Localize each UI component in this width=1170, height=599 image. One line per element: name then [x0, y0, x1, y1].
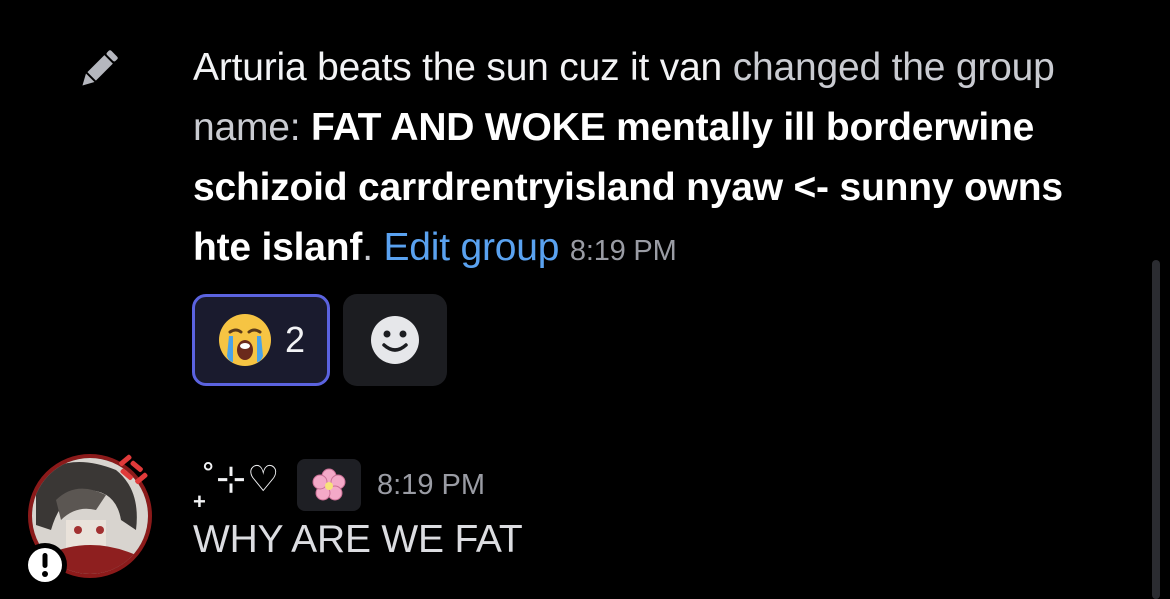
- pencil-icon: [82, 50, 118, 86]
- scrollbar[interactable]: [1152, 260, 1160, 599]
- message-header: ˚⊹♡ + 8:19 PM: [193, 455, 485, 515]
- add-reaction-button[interactable]: [343, 294, 447, 386]
- cherry-blossom-icon: [312, 468, 346, 501]
- username-text: ˚⊹♡: [203, 458, 281, 499]
- alert-badge-icon: [23, 543, 67, 587]
- period-text: .: [362, 226, 384, 269]
- reaction-count: 2: [284, 319, 306, 360]
- system-message: Arturia beats the sun cuz it van changed…: [193, 38, 1073, 281]
- message-content: WHY ARE WE FAT: [193, 518, 523, 561]
- reaction-loudly-crying[interactable]: 2: [192, 294, 330, 386]
- reactions-bar: 2: [192, 294, 447, 386]
- username-prefix: +: [193, 489, 206, 514]
- system-timestamp: 8:19 PM: [569, 235, 677, 267]
- author-name[interactable]: Arturia beats the sun cuz it van: [193, 46, 722, 89]
- username[interactable]: ˚⊹♡ +: [193, 455, 285, 515]
- loudly-crying-face-emoji: [218, 314, 271, 366]
- edit-group-link[interactable]: Edit group: [383, 226, 559, 269]
- guild-tag[interactable]: [297, 459, 361, 511]
- smiley-add-reaction-icon: [371, 316, 419, 364]
- message-timestamp: 8:19 PM: [377, 468, 485, 501]
